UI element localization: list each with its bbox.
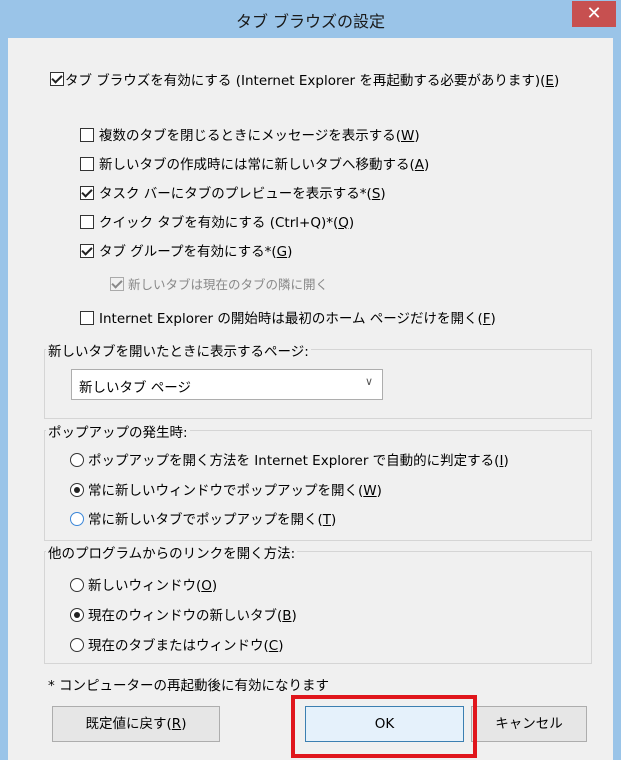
switch-to-new-tab-checkbox[interactable] (80, 157, 94, 171)
close-button[interactable]: ✕ (572, 1, 616, 27)
new-tab-page-select[interactable]: 新しいタブ ページ ∨ (71, 369, 383, 400)
restart-footnote: * コンピューターの再起動後に有効になります (48, 678, 330, 694)
open-next-to-current-tab-checkbox[interactable] (110, 277, 124, 291)
reset-defaults-button[interactable]: 既定値に戻す(R) (52, 706, 220, 742)
external-links-group-title: 他のプログラムからのリンクを開く方法: (46, 542, 298, 562)
switch-to-new-tab-label[interactable]: 新しいタブの作成時には常に新しいタブへ移動する(A) (99, 153, 429, 173)
popup-new-tab-radio[interactable] (70, 512, 84, 526)
tab-groups-label[interactable]: タブ グループを有効にする*(G) (99, 240, 292, 260)
link-new-tab-radio[interactable] (70, 608, 84, 622)
popup-group-title: ポップアップの発生時: (46, 421, 190, 441)
chevron-down-icon: ∨ (364, 375, 373, 388)
popup-new-window-label[interactable]: 常に新しいウィンドウでポップアップを開く(W) (88, 479, 382, 499)
first-home-page-only-label[interactable]: Internet Explorer の開始時は最初のホーム ページだけを開く(F… (99, 307, 496, 327)
link-new-tab-label[interactable]: 現在のウィンドウの新しいタブ(B) (88, 604, 297, 624)
taskbar-tab-preview-label[interactable]: タスク バーにタブのプレビューを表示する*(S) (99, 182, 386, 202)
enable-tab-browsing-label[interactable]: タブ ブラウズを有効にする (Internet Explorer を再起動する必… (65, 69, 559, 89)
popup-new-window-radio[interactable] (70, 483, 84, 497)
link-current-tab-label[interactable]: 現在のタブまたはウィンドウ(C) (88, 634, 284, 654)
taskbar-tab-preview-checkbox[interactable] (80, 186, 94, 200)
link-new-window-label[interactable]: 新しいウィンドウ(O) (88, 574, 217, 594)
link-new-window-radio[interactable] (70, 578, 84, 592)
ok-highlight-box (291, 695, 477, 758)
warn-close-multiple-tabs-checkbox[interactable] (80, 128, 94, 142)
popup-auto-radio[interactable] (70, 453, 84, 467)
close-icon: ✕ (586, 3, 602, 24)
link-current-tab-radio[interactable] (70, 638, 84, 652)
quick-tabs-checkbox[interactable] (80, 215, 94, 229)
new-tab-page-group-title: 新しいタブを開いたときに表示するページ: (46, 340, 311, 360)
warn-close-multiple-tabs-label[interactable]: 複数のタブを閉じるときにメッセージを表示する(W) (99, 124, 420, 144)
title-bar[interactable]: タブ ブラウズの設定 ✕ (0, 0, 621, 38)
popup-new-tab-label[interactable]: 常に新しいタブでポップアップを開く(T) (88, 508, 336, 528)
enable-tab-browsing-checkbox[interactable] (50, 72, 64, 86)
new-tab-page-select-value: 新しいタブ ページ (79, 380, 192, 396)
cancel-button[interactable]: キャンセル (471, 706, 587, 742)
popup-auto-label[interactable]: ポップアップを開く方法を Internet Explorer で自動的に判定する… (88, 449, 509, 469)
window-title: タブ ブラウズの設定 (235, 12, 386, 31)
dialog-window: タブ ブラウズの設定 ✕ タブ ブラウズを有効にする (Internet Exp… (0, 0, 621, 760)
tab-groups-checkbox[interactable] (80, 244, 94, 258)
dialog-body: タブ ブラウズを有効にする (Internet Explorer を再起動する必… (8, 38, 613, 760)
open-next-to-current-tab-label: 新しいタブは現在のタブの隣に開く (128, 277, 329, 292)
quick-tabs-label[interactable]: クイック タブを有効にする (Ctrl+Q)*(Q) (99, 211, 354, 231)
first-home-page-only-checkbox[interactable] (80, 311, 94, 325)
